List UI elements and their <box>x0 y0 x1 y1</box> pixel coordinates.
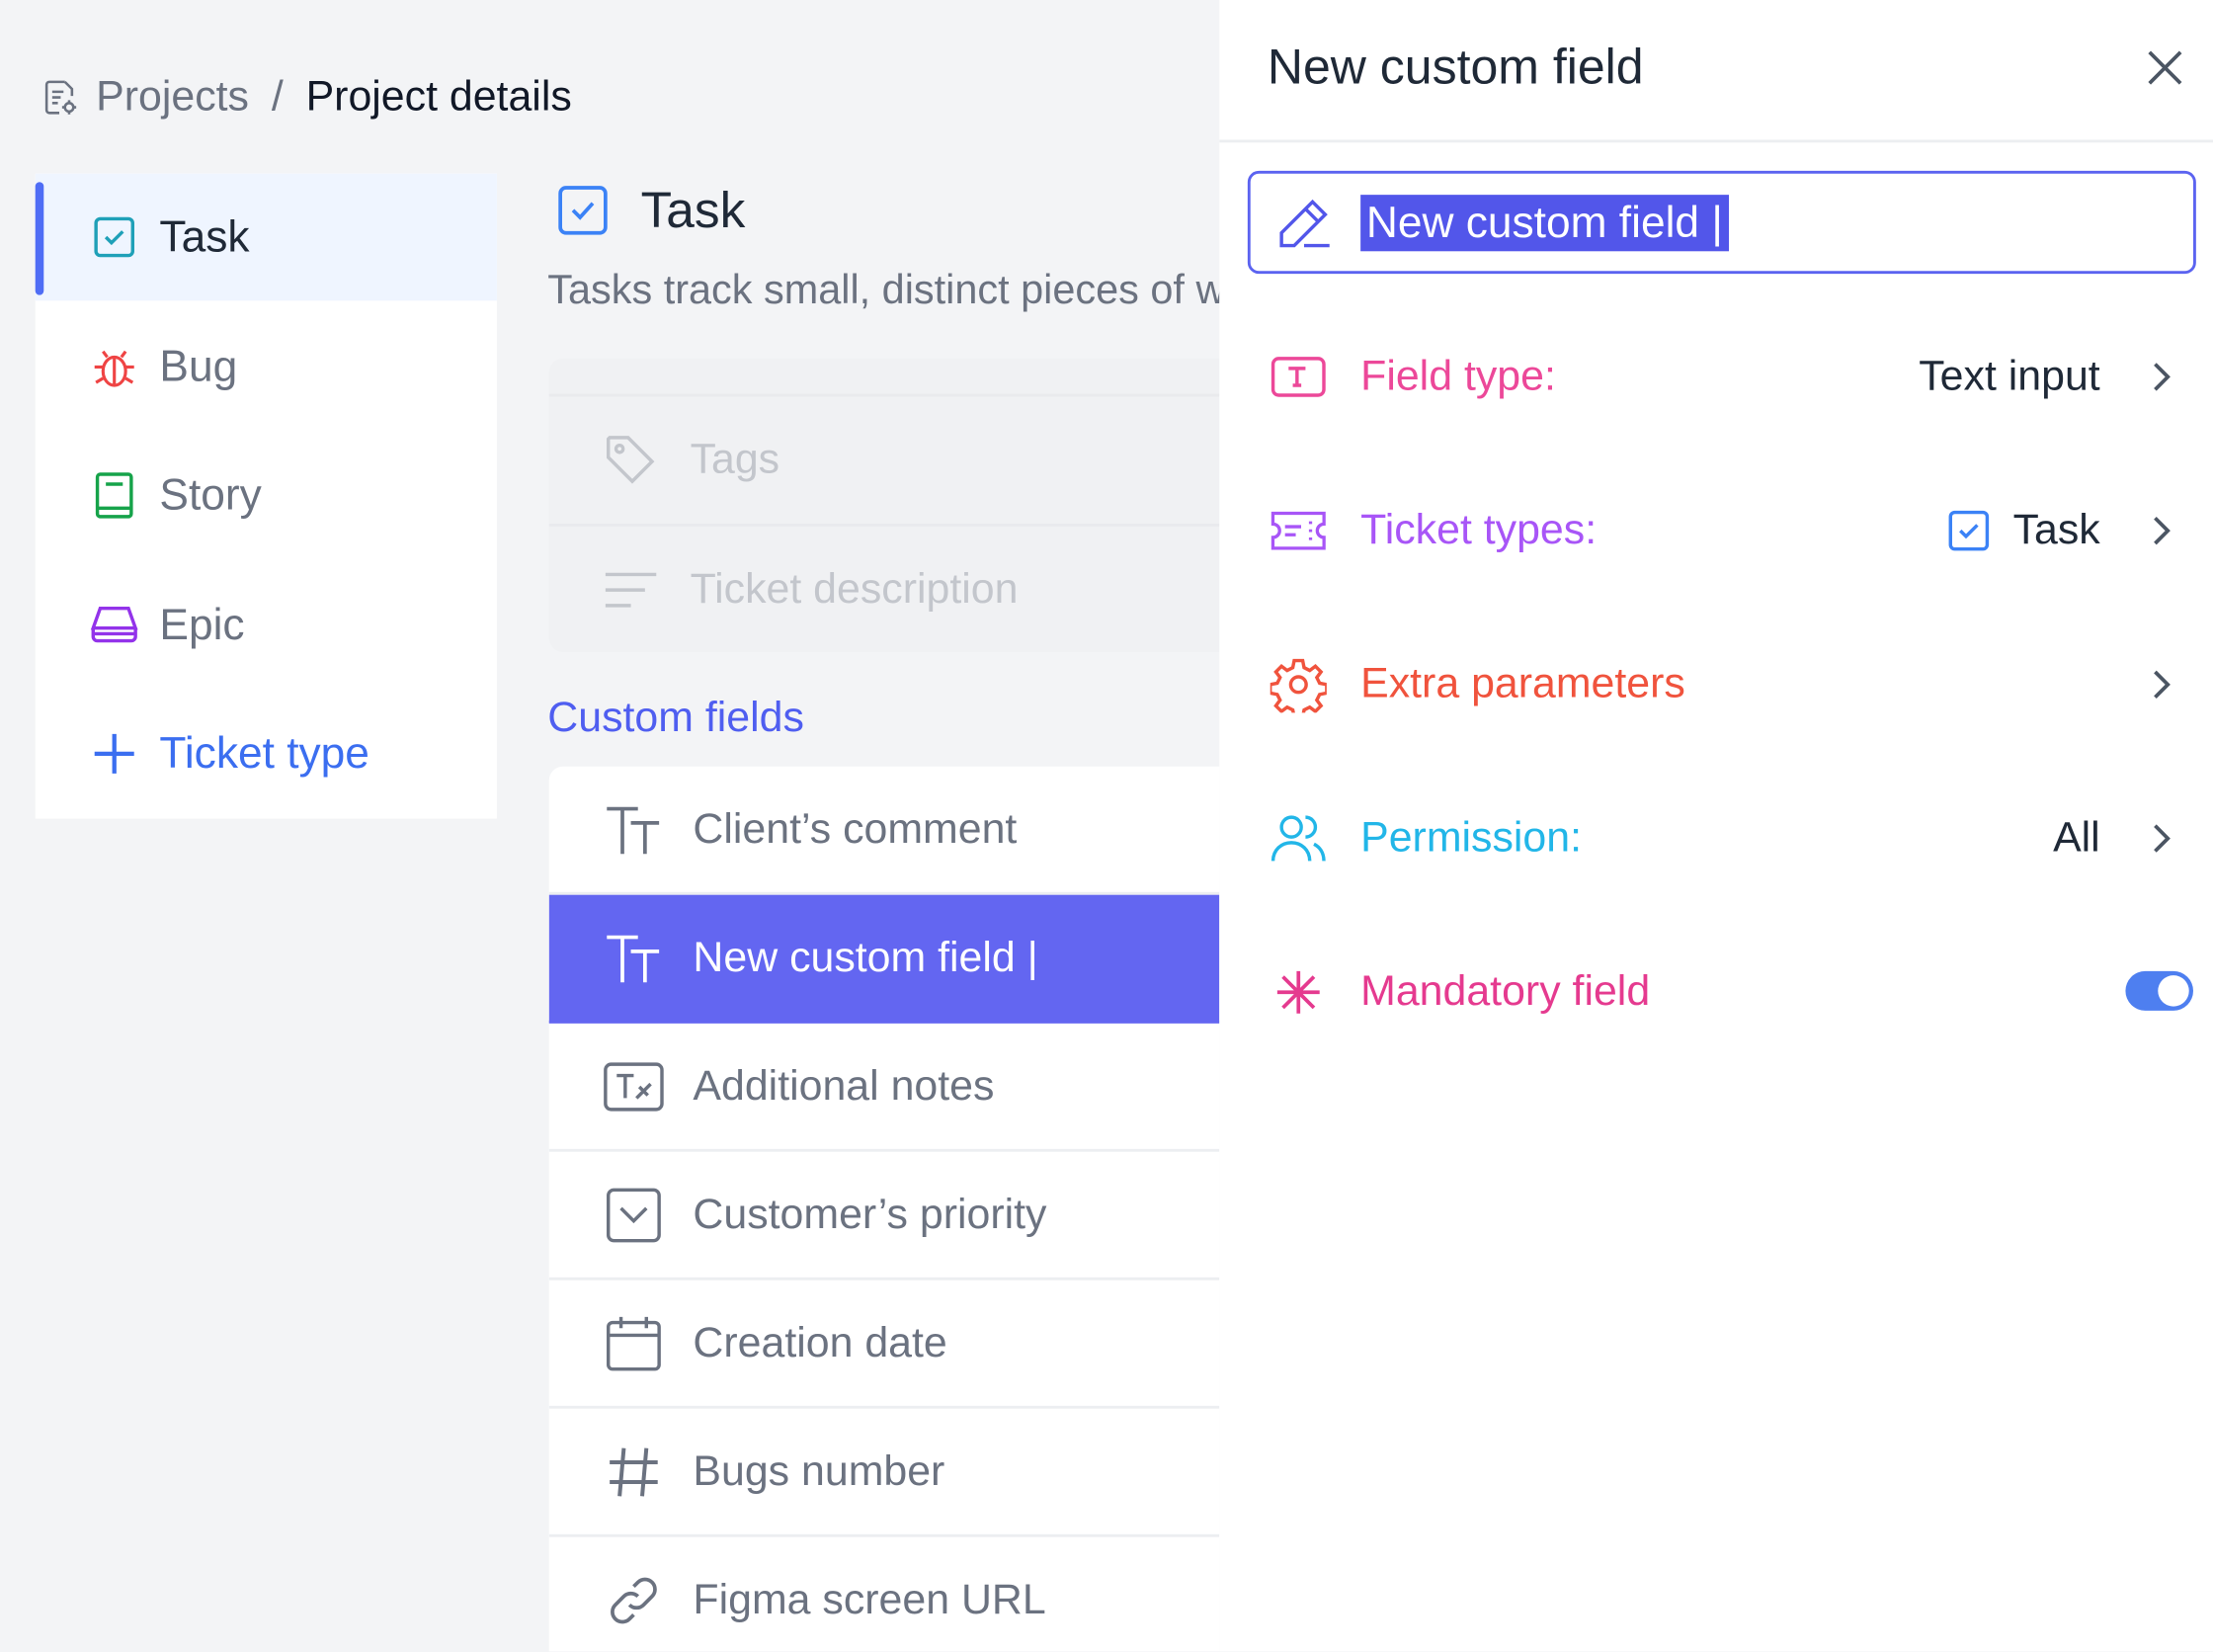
page-description: Tasks track small, distinct pieces of wo… <box>547 268 1220 314</box>
chevron-right-icon <box>2140 817 2182 860</box>
sidebar-item-label: Story <box>159 469 262 520</box>
chevron-right-icon <box>2140 356 2182 398</box>
dropdown-icon <box>603 1184 665 1246</box>
gear-icon <box>1270 656 1327 713</box>
custom-field-item-selected[interactable]: New custom field | <box>548 894 1220 1024</box>
breadcrumb-projects-link[interactable]: Projects <box>96 73 249 122</box>
custom-field-item[interactable]: Customer’s priority <box>548 1152 1220 1280</box>
page-title-text: Task <box>640 180 746 239</box>
ticket-types-value: Task <box>1948 507 2100 555</box>
sidebar-item-task[interactable]: Task <box>35 173 497 301</box>
calendar-icon <box>603 1312 665 1374</box>
pencil-icon <box>1275 194 1332 250</box>
list-item: Tags <box>548 393 1220 524</box>
chevron-right-icon <box>2140 663 2182 705</box>
field-type-value: Text input <box>1919 353 2100 400</box>
custom-field-label: Creation date <box>693 1318 947 1366</box>
text-type-icon <box>603 927 665 989</box>
sidebar-item-label: Bug <box>159 341 238 391</box>
breadcrumb-separator: / <box>271 73 284 121</box>
breadcrumb: Projects / Project details <box>40 73 572 122</box>
custom-field-item[interactable]: Figma screen URL <box>549 1537 1220 1652</box>
sidebar-item-label: Epic <box>159 600 245 650</box>
custom-field-item[interactable]: Creation date <box>548 1280 1220 1409</box>
text-box-icon <box>603 1055 665 1117</box>
sidebar-item-label: Task <box>159 211 250 262</box>
custom-fields-list: Client’s comment New custom field | Addi… <box>548 766 1220 1652</box>
list-item-label: Ticket description <box>690 565 1019 613</box>
mandatory-toggle[interactable] <box>2125 970 2193 1011</box>
sidebar-item-story[interactable]: Story <box>36 432 497 559</box>
ticket-types-row[interactable]: Ticket types: Task <box>1219 488 2213 573</box>
link-icon <box>603 1569 665 1631</box>
text-field-icon <box>1270 349 1327 405</box>
permission-label: Permission: <box>1360 814 1583 862</box>
bug-icon <box>89 342 139 392</box>
checkbox-icon <box>1949 510 1990 551</box>
document-settings-icon <box>44 80 77 115</box>
standard-fields-list: Tags Ticket description <box>548 358 1220 653</box>
panel-title: New custom field <box>1267 39 1644 95</box>
ticket-types-value-text: Task <box>2012 506 2100 553</box>
close-button[interactable] <box>2140 42 2190 93</box>
mandatory-field-row: Mandatory field <box>1219 950 2213 1034</box>
sidebar-item-label: Ticket type <box>159 728 369 779</box>
field-type-label: Field type: <box>1360 353 1556 400</box>
custom-field-label: Customer’s priority <box>693 1190 1047 1238</box>
field-type-row[interactable]: Field type: Text input <box>1219 335 2213 420</box>
add-ticket-type-button[interactable]: Ticket type <box>36 691 497 818</box>
custom-field-label: Bugs number <box>693 1446 945 1495</box>
extra-parameters-label: Extra parameters <box>1360 660 1685 707</box>
mandatory-field-label: Mandatory field <box>1360 967 1651 1016</box>
ticket-icon <box>1270 503 1327 559</box>
field-name-value[interactable]: New custom field | <box>1360 194 1729 251</box>
custom-field-item[interactable]: Client’s comment <box>548 767 1220 895</box>
page-title: Task <box>556 181 745 240</box>
list-item-label: Tags <box>690 436 780 483</box>
permission-value: All <box>2053 814 2100 862</box>
text-type-icon <box>603 798 665 861</box>
breadcrumb-current: Project details <box>305 73 572 121</box>
ticket-types-label: Ticket types: <box>1360 506 1598 553</box>
permission-row[interactable]: Permission: All <box>1219 796 2213 881</box>
close-icon <box>2148 50 2182 85</box>
sidebar-item-bug[interactable]: Bug <box>36 303 497 431</box>
list-item: Ticket description <box>548 523 1220 653</box>
layers-icon <box>89 600 139 650</box>
custom-field-item[interactable]: Additional notes <box>548 1024 1220 1152</box>
checkbox-icon <box>556 184 610 237</box>
plus-icon <box>89 728 139 779</box>
custom-field-label: New custom field | <box>693 933 1038 981</box>
sidebar-item-epic[interactable]: Epic <box>36 562 497 690</box>
book-icon <box>89 470 139 521</box>
checkbox-icon <box>89 211 139 262</box>
custom-field-item[interactable]: Bugs number <box>548 1409 1220 1537</box>
asterisk-icon <box>1270 964 1327 1021</box>
custom-fields-heading: Custom fields <box>547 694 804 741</box>
panel-header: New custom field <box>1219 0 2213 143</box>
tag-icon <box>603 432 659 488</box>
custom-field-label: Additional notes <box>693 1061 995 1110</box>
extra-parameters-row[interactable]: Extra parameters <box>1219 642 2213 727</box>
text-lines-icon <box>603 562 659 619</box>
field-name-input[interactable]: New custom field | <box>1247 170 2196 275</box>
users-icon <box>1270 810 1327 867</box>
custom-field-label: Client’s comment <box>693 804 1018 853</box>
custom-field-label: Figma screen URL <box>693 1575 1046 1623</box>
ticket-type-sidebar: Task Bug Story Epic Ticket type <box>35 173 497 819</box>
chevron-right-icon <box>2140 510 2182 552</box>
custom-field-panel: New custom field New custom field | Fiel… <box>1219 0 2213 1652</box>
hash-icon <box>603 1441 665 1503</box>
